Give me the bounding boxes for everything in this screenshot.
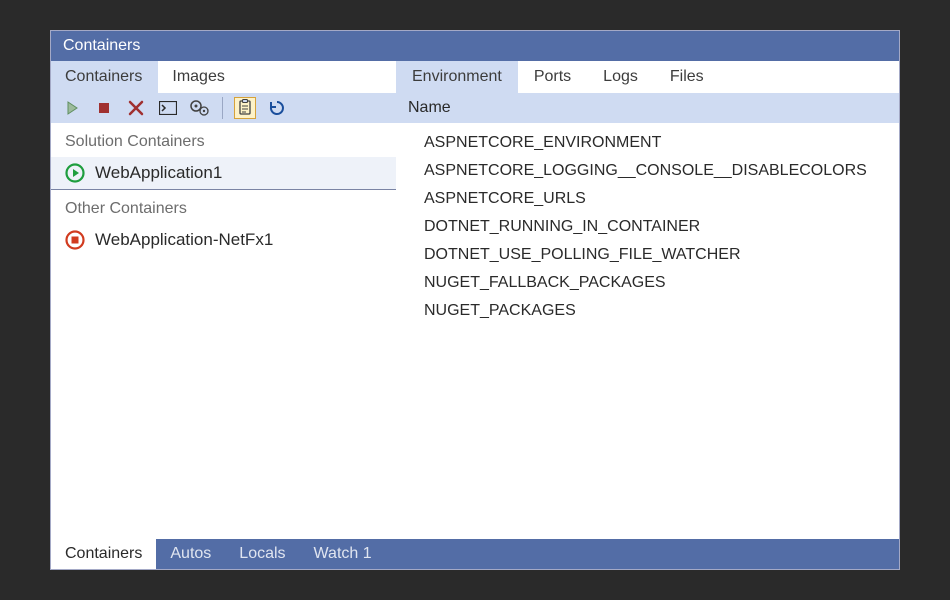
container-item-webapplication-netfx1[interactable]: WebApplication-NetFx1 bbox=[51, 224, 396, 256]
tab-files[interactable]: Files bbox=[654, 61, 720, 93]
bottom-tab-watch1[interactable]: Watch 1 bbox=[300, 539, 386, 569]
tab-environment[interactable]: Environment bbox=[396, 61, 518, 93]
env-var-row[interactable]: DOTNET_RUNNING_IN_CONTAINER bbox=[396, 213, 899, 241]
terminal-icon bbox=[159, 101, 177, 115]
window-body: Containers Images bbox=[51, 61, 899, 539]
env-var-row[interactable]: ASPNETCORE_ENVIRONMENT bbox=[396, 129, 899, 157]
tab-images[interactable]: Images bbox=[158, 61, 240, 93]
terminal-button[interactable] bbox=[157, 97, 179, 119]
section-solution-header: Solution Containers bbox=[51, 123, 396, 157]
section-other-header: Other Containers bbox=[51, 190, 396, 224]
stopped-icon bbox=[65, 230, 85, 250]
right-pane: Environment Ports Logs Files Name ASPNET… bbox=[396, 61, 899, 539]
refresh-button[interactable] bbox=[266, 97, 288, 119]
start-button[interactable] bbox=[61, 97, 83, 119]
container-item-webapplication1[interactable]: WebApplication1 bbox=[51, 157, 396, 189]
play-icon bbox=[65, 101, 79, 115]
stop-icon bbox=[97, 101, 111, 115]
env-var-row[interactable]: NUGET_PACKAGES bbox=[396, 297, 899, 325]
remove-button[interactable] bbox=[125, 97, 147, 119]
gear-icon bbox=[190, 100, 210, 116]
left-tabstrip: Containers Images bbox=[51, 61, 396, 93]
running-icon bbox=[65, 163, 85, 183]
env-list: ASPNETCORE_ENVIRONMENT ASPNETCORE_LOGGIN… bbox=[396, 123, 899, 539]
stop-button[interactable] bbox=[93, 97, 115, 119]
left-pane: Containers Images bbox=[51, 61, 396, 539]
toolbar-separator bbox=[222, 97, 223, 119]
container-name: WebApplication-NetFx1 bbox=[95, 230, 273, 250]
refresh-icon bbox=[268, 99, 286, 117]
window-title: Containers bbox=[63, 37, 140, 54]
clipboard-icon bbox=[236, 99, 254, 117]
tab-containers[interactable]: Containers bbox=[51, 61, 158, 93]
toolbar bbox=[51, 93, 396, 123]
tab-ports[interactable]: Ports bbox=[518, 61, 587, 93]
container-name: WebApplication1 bbox=[95, 163, 222, 183]
bottom-tabstrip: Containers Autos Locals Watch 1 bbox=[51, 539, 899, 569]
bottom-tab-locals[interactable]: Locals bbox=[225, 539, 299, 569]
settings-button[interactable] bbox=[189, 97, 211, 119]
titlebar[interactable]: Containers bbox=[51, 31, 899, 61]
containers-tool-window: Containers Containers Images bbox=[50, 30, 900, 570]
bottom-tab-containers[interactable]: Containers bbox=[51, 539, 156, 569]
env-var-row[interactable]: ASPNETCORE_LOGGING__CONSOLE__DISABLECOLO… bbox=[396, 157, 899, 185]
env-var-row[interactable]: ASPNETCORE_URLS bbox=[396, 185, 899, 213]
env-var-row[interactable]: NUGET_FALLBACK_PACKAGES bbox=[396, 269, 899, 297]
close-icon bbox=[128, 100, 144, 116]
env-var-row[interactable]: DOTNET_USE_POLLING_FILE_WATCHER bbox=[396, 241, 899, 269]
column-header-name[interactable]: Name bbox=[396, 93, 899, 123]
tab-logs[interactable]: Logs bbox=[587, 61, 654, 93]
bottom-tab-autos[interactable]: Autos bbox=[156, 539, 225, 569]
right-tabstrip: Environment Ports Logs Files bbox=[396, 61, 899, 93]
clipboard-button[interactable] bbox=[234, 97, 256, 119]
